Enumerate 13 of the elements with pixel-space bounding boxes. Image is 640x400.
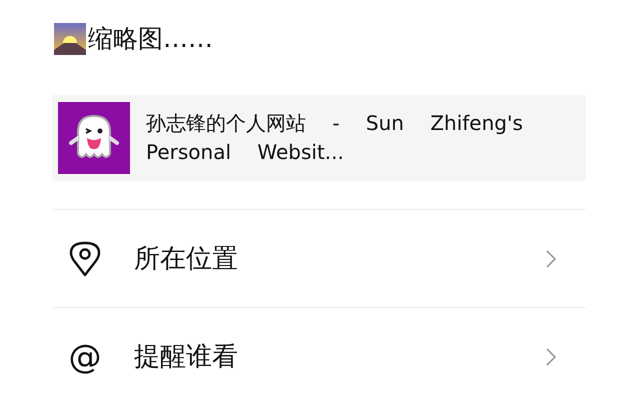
option-label: 所在位置 [134, 243, 239, 276]
option-row[interactable]: 所在位置 [52, 209, 586, 307]
location-pin-icon [68, 240, 102, 276]
chevron-right-icon [546, 250, 556, 268]
at-sign-icon: @ [68, 340, 102, 373]
option-row[interactable]: @ 提醒谁看 [52, 307, 586, 400]
title-text: 缩略图…… [88, 23, 213, 55]
ghost-icon [58, 102, 130, 174]
link-title: 孙志锋的个人网站 - Sun Zhifeng's Personal Websit... [146, 110, 524, 166]
chevron-right-icon [546, 348, 556, 366]
link-card[interactable]: 孙志锋的个人网站 - Sun Zhifeng's Personal Websit... [52, 95, 586, 181]
sunrise-icon [54, 22, 86, 54]
option-label: 提醒谁看 [134, 341, 239, 374]
